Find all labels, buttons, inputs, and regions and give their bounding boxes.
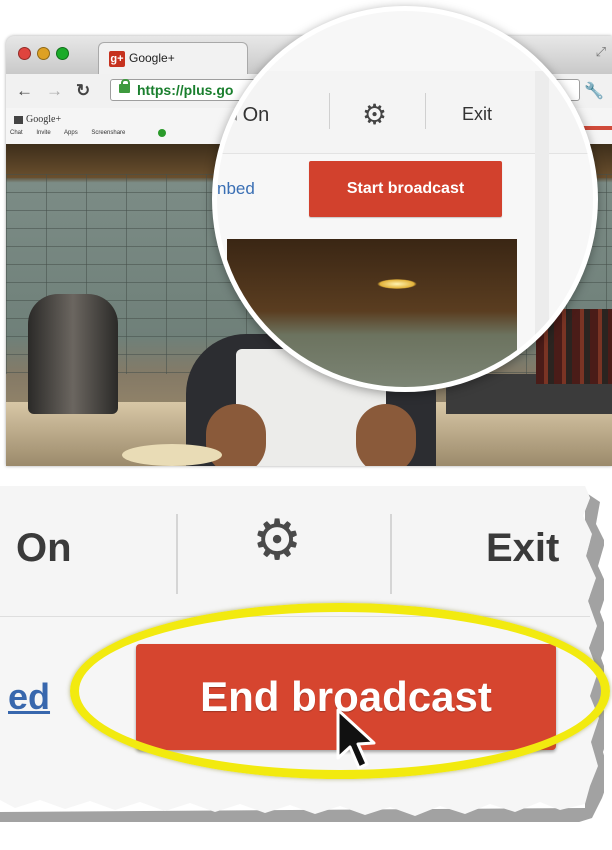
- divider: [425, 93, 426, 129]
- back-arrow-icon[interactable]: ←: [16, 81, 33, 101]
- embed-link[interactable]: ed: [8, 676, 50, 718]
- divider: [390, 514, 392, 594]
- mouse-cursor-icon: [336, 708, 376, 770]
- status-dot-icon: [158, 129, 166, 137]
- magnifier-callout: ◂ On ⚙ Exit nbed Start broadcast: [212, 6, 598, 392]
- divider: [176, 514, 178, 594]
- exit-button[interactable]: Exit: [462, 104, 492, 125]
- on-toggle[interactable]: On: [16, 526, 72, 571]
- browser-screenshot: g+ Google+ ⤢ ← → ↻ https://plus.go 🔧 Goo…: [0, 0, 612, 470]
- start-broadcast-button[interactable]: Start broadcast: [309, 161, 502, 217]
- embed-link[interactable]: nbed: [217, 179, 255, 199]
- bowl: [122, 444, 222, 466]
- zoomed-detail: On ⚙ Exit ed End broadcast: [0, 478, 612, 850]
- stand-mixer: [28, 294, 118, 414]
- close-window-icon[interactable]: [18, 47, 31, 60]
- divider: [329, 93, 330, 129]
- tab-title: Google+: [129, 51, 175, 65]
- maximize-window-icon[interactable]: [56, 47, 69, 60]
- gear-icon[interactable]: ⚙: [252, 512, 302, 568]
- minimize-window-icon[interactable]: [37, 47, 50, 60]
- lock-icon: [119, 79, 130, 93]
- google-plus-logo: Google+: [14, 114, 61, 125]
- exit-button[interactable]: Exit: [486, 526, 559, 571]
- hangout-toolbar-links: Chat Invite Apps Screenshare: [10, 130, 126, 136]
- hangout-top-controls-zoomed: On ⚙ Exit: [0, 486, 590, 617]
- scrollbar[interactable]: [535, 71, 549, 371]
- google-plus-favicon-icon: g+: [109, 51, 125, 67]
- ceiling-light: [377, 279, 417, 289]
- magnified-view: ◂ On ⚙ Exit nbed Start broadcast: [217, 11, 593, 387]
- browser-tab[interactable]: g+ Google+: [98, 42, 248, 74]
- forward-arrow-icon[interactable]: →: [46, 81, 63, 101]
- on-toggle[interactable]: ◂ On: [227, 102, 269, 127]
- fullscreen-icon[interactable]: ⤢: [596, 44, 606, 60]
- magnified-video: [227, 239, 517, 387]
- reload-icon[interactable]: ↻: [76, 81, 90, 101]
- gear-icon[interactable]: ⚙: [362, 98, 387, 131]
